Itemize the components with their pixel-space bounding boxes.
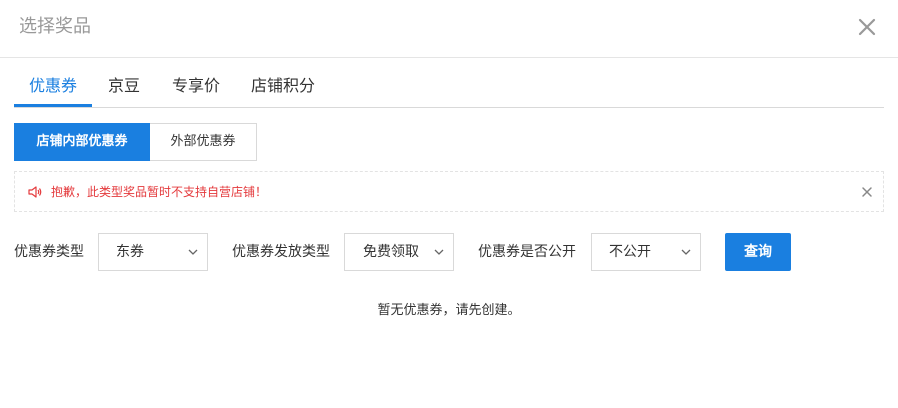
tab-jingdou[interactable]: 京豆: [108, 74, 140, 98]
external-coupon-button[interactable]: 外部优惠券: [150, 123, 257, 161]
dialog-header: 选择奖品: [0, 0, 898, 58]
prize-type-tabs: 优惠券 京豆 专享价 店铺积分: [14, 66, 884, 108]
coupon-type-label: 优惠券类型: [14, 244, 84, 260]
notice-text: 抱歉，此类型奖品暂时不支持自营店铺！: [51, 185, 268, 199]
tab-store-points[interactable]: 店铺积分: [251, 74, 315, 98]
close-icon[interactable]: [854, 14, 880, 40]
notice-banner: 抱歉，此类型奖品暂时不支持自营店铺！: [14, 171, 884, 212]
public-value: 不公开: [609, 244, 651, 260]
close-icon[interactable]: [860, 184, 874, 198]
chevron-down-icon: [188, 249, 198, 255]
coupon-type-select[interactable]: 东券: [98, 233, 208, 271]
public-label: 优惠券是否公开: [478, 244, 576, 260]
tab-exclusive-price[interactable]: 专享价: [172, 74, 220, 98]
issue-type-label: 优惠券发放类型: [232, 244, 330, 260]
tab-coupon[interactable]: 优惠券: [29, 74, 77, 98]
coupon-source-toggle: 店铺内部优惠券 外部优惠券: [14, 123, 257, 161]
active-tab-indicator: [14, 104, 92, 107]
chevron-down-icon: [681, 249, 691, 255]
query-button[interactable]: 查询: [725, 233, 791, 271]
empty-state-message: 暂无优惠券，请先创建。: [377, 303, 521, 318]
public-select[interactable]: 不公开: [591, 233, 701, 271]
chevron-down-icon: [434, 249, 444, 255]
issue-type-select[interactable]: 免费领取: [344, 233, 454, 271]
coupon-type-value: 东券: [116, 244, 144, 260]
dialog-title: 选择奖品: [19, 16, 91, 37]
speaker-icon: [27, 184, 43, 200]
issue-type-value: 免费领取: [363, 244, 419, 260]
internal-coupon-button[interactable]: 店铺内部优惠券: [14, 123, 150, 161]
